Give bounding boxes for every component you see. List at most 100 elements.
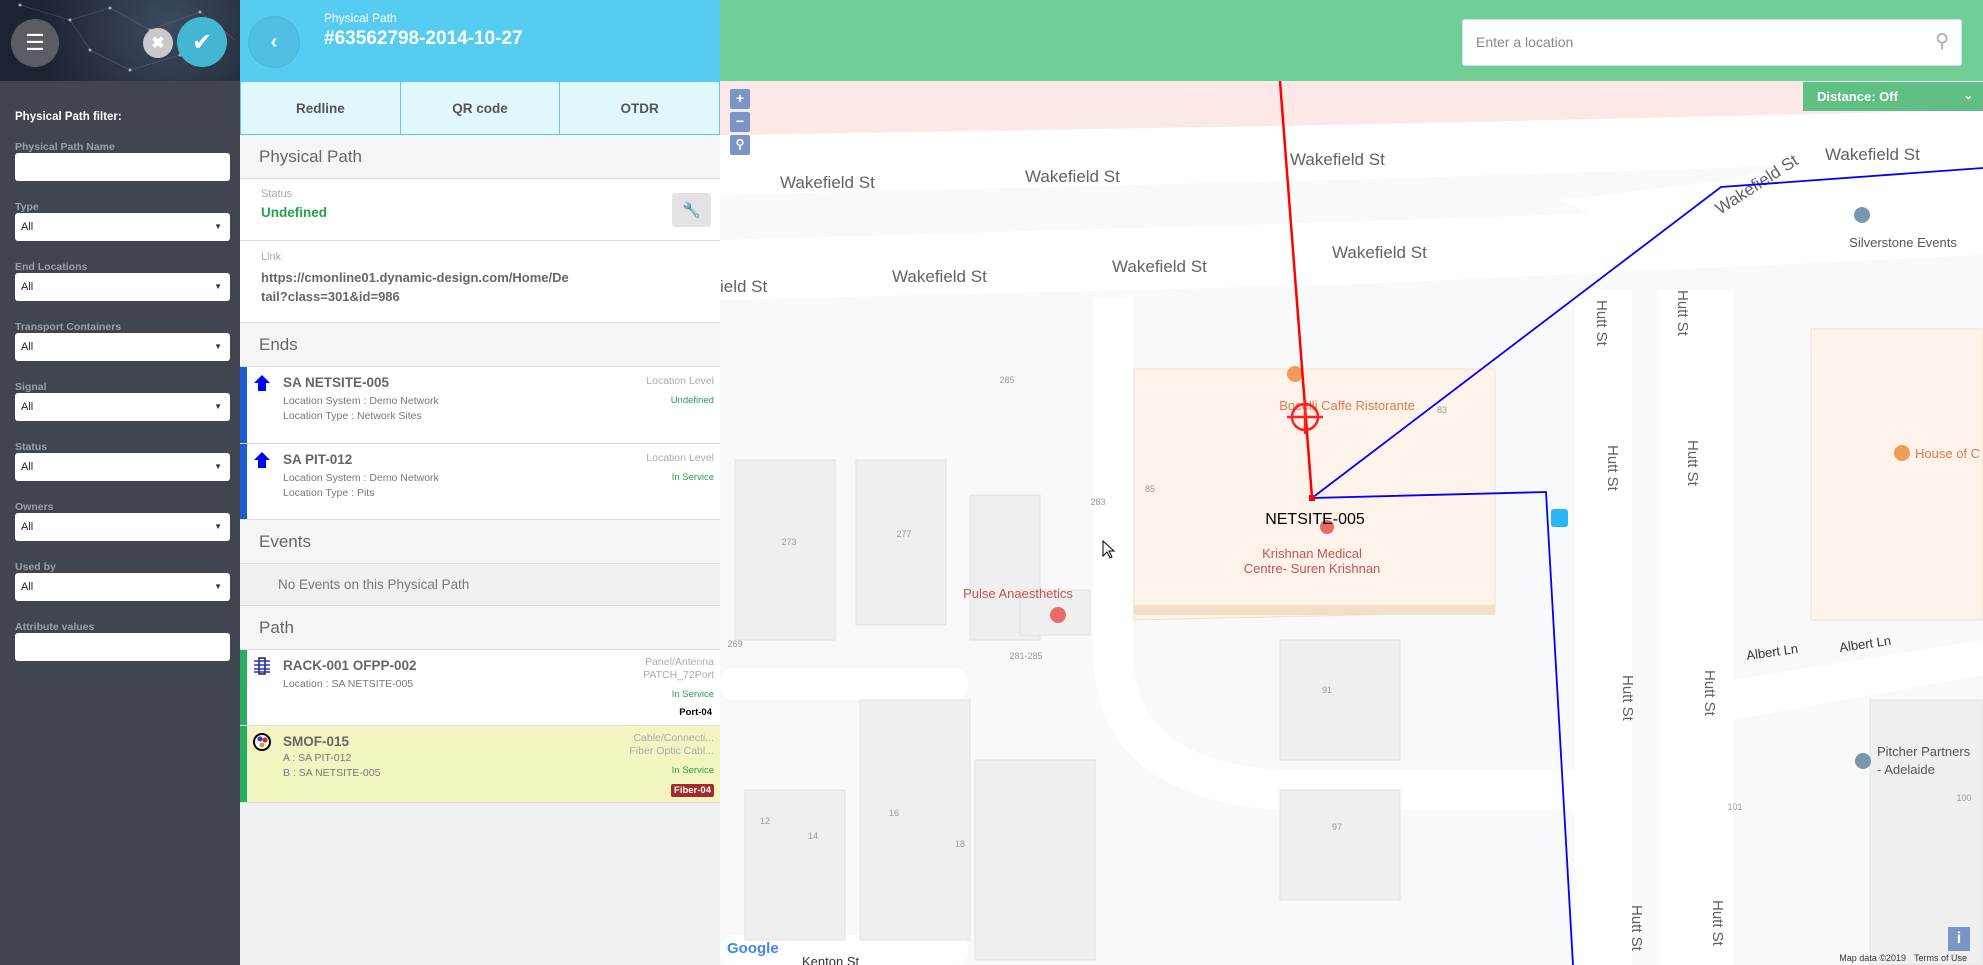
poi-label: - Adelaide <box>1877 762 1935 777</box>
address-number: 14 <box>808 831 818 841</box>
section-physical-path: Physical Path <box>240 135 720 179</box>
filter-value: All <box>21 221 34 233</box>
filter-select[interactable]: All ▼ <box>15 453 230 481</box>
info-button[interactable]: i <box>1948 927 1970 951</box>
street-label: Wakefield St <box>780 173 875 192</box>
filter-field: Status All ▼ <box>15 442 230 502</box>
map-canvas[interactable]: Wakefield St Wakefield St Wakefield St W… <box>720 0 1983 965</box>
section-ends: Ends <box>240 323 720 367</box>
street-label: Hutt St <box>1604 445 1621 492</box>
link-label: Link <box>261 251 282 263</box>
edit-status-button[interactable]: 🔧 <box>672 193 711 227</box>
filter-value: All <box>21 461 34 473</box>
filter-label: Physical Path Name <box>15 141 115 153</box>
address-number: 101 <box>1727 802 1742 812</box>
filter-select[interactable]: All ▼ <box>15 333 230 361</box>
poi-label: Pulse Anaesthetics <box>963 586 1073 601</box>
street-label: Hutt St <box>1674 290 1691 337</box>
filter-select[interactable]: All ▼ <box>15 273 230 301</box>
detail-header: ‹ Physical Path #63562798-2014-10-27 <box>240 0 720 81</box>
distance-dropdown[interactable]: Distance: Off ⌄ <box>1803 82 1983 111</box>
address-number: 277 <box>896 529 911 539</box>
filter-label: End Locations <box>15 261 88 273</box>
address-number: 281-285 <box>1009 651 1042 661</box>
hospital-pin-icon <box>1050 607 1066 623</box>
patch-panel-icon <box>254 657 270 675</box>
map-view[interactable]: Enter a location ⚲ Distance: Off ⌄ + − ⚲ … <box>720 0 1983 965</box>
address-number: 283 <box>1090 497 1105 507</box>
map-attribution: Map data ©2019 Terms of Use <box>1831 953 1967 963</box>
terms-link[interactable]: Terms of Use <box>1914 953 1967 963</box>
path-item-selected[interactable]: SMOF-015 A : SA PIT-012 B : SA NETSITE-0… <box>240 726 720 803</box>
google-logo: Google <box>727 940 779 957</box>
fiber-cable-icon <box>253 733 271 751</box>
street-label: Wakefield St <box>1332 243 1427 262</box>
tab-otdr[interactable]: OTDR <box>560 82 719 134</box>
address-number: 269 <box>727 639 742 649</box>
tab-qr-code[interactable]: QR code <box>401 82 561 134</box>
zoom-in-button[interactable]: + <box>730 89 750 109</box>
filter-input[interactable] <box>15 153 230 181</box>
filter-value: All <box>21 401 34 413</box>
street-label: Hutt St <box>1701 670 1718 717</box>
status-label: Status <box>261 188 293 200</box>
distance-label: Distance: Off <box>1817 89 1898 104</box>
caret-down-icon: ▼ <box>214 582 222 591</box>
port-badge: Port-04 <box>679 707 712 718</box>
filter-field: Signal All ▼ <box>15 382 230 442</box>
filter-label: Attribute values <box>15 621 95 633</box>
location-search-input[interactable]: Enter a location ⚲ <box>1462 19 1962 66</box>
end-type: Location Type : Network Sites <box>283 410 422 422</box>
path-item[interactable]: RACK-001 OFPP-002 Location : SA NETSITE-… <box>240 650 720 726</box>
end-item[interactable]: SA NETSITE-005 Location System : Demo Ne… <box>240 367 720 444</box>
cancel-button[interactable]: ✖ <box>143 28 173 58</box>
apply-button[interactable]: ✔ <box>177 17 227 67</box>
street-label: Albert Ln <box>1838 633 1892 655</box>
address-number: 97 <box>1332 822 1342 832</box>
street-label: Wakefield St <box>1290 150 1385 169</box>
filter-select[interactable]: All ▼ <box>15 393 230 421</box>
link-value[interactable]: https://cmonline01.dynamic-design.com/Ho… <box>261 268 571 306</box>
sidebar: ☰ ✖ ✔ Physical Path filter: Physical Pat… <box>0 0 240 965</box>
chevron-left-icon: ‹ <box>270 30 278 53</box>
path-item-kind: Cable/Connecti... <box>633 732 714 744</box>
filter-input[interactable] <box>15 633 230 661</box>
filter-value: All <box>21 341 34 353</box>
hamburger-icon: ☰ <box>25 30 45 55</box>
menu-button[interactable]: ☰ <box>11 19 59 67</box>
back-button[interactable]: ‹ <box>249 17 299 67</box>
filter-form: Physical Path filter: Physical Path Name… <box>15 110 230 682</box>
fiber-badge: Fiber-04 <box>671 784 714 797</box>
address-number: 16 <box>889 808 899 818</box>
address-number: 285 <box>999 375 1014 385</box>
filter-field: Attribute values <box>15 622 230 682</box>
chevron-down-icon: ⌄ <box>1963 90 1973 102</box>
filter-select[interactable]: All ▼ <box>15 573 230 601</box>
filter-label: Owners <box>15 501 54 513</box>
end-type: Location Type : Pits <box>283 487 375 499</box>
detail-panel: ‹ Physical Path #63562798-2014-10-27 Red… <box>240 0 720 965</box>
street-label: Wakefield St <box>1825 145 1920 164</box>
map-header: Enter a location ⚲ <box>720 0 1983 81</box>
filter-select[interactable]: All ▼ <box>15 213 230 241</box>
search-icon[interactable]: ⚲ <box>1935 30 1949 53</box>
end-bar <box>240 444 247 519</box>
filter-field: End Locations All ▼ <box>15 262 230 322</box>
zoom-extent-button[interactable]: ⚲ <box>730 135 750 155</box>
poi-label: Krishnan Medical <box>1262 546 1362 561</box>
poi-label: Silverstone Events <box>1849 235 1957 250</box>
street-label: Hutt St <box>1628 905 1645 952</box>
filter-field: Used by All ▼ <box>15 562 230 622</box>
end-item[interactable]: SA PIT-012 Location System : Demo Networ… <box>240 444 720 520</box>
search-placeholder: Enter a location <box>1476 34 1574 50</box>
tab-redline[interactable]: Redline <box>241 82 401 134</box>
side-road <box>720 668 968 700</box>
building-orange-right <box>1810 328 1983 621</box>
street-label: ield St <box>720 277 768 296</box>
zoom-out-button[interactable]: − <box>730 112 750 132</box>
street-label: Wakefield St <box>1025 167 1120 186</box>
address-number: 85 <box>1145 484 1155 494</box>
bus-stop-icon[interactable] <box>1551 509 1568 527</box>
filter-select[interactable]: All ▼ <box>15 513 230 541</box>
site-marker[interactable] <box>1309 495 1315 501</box>
